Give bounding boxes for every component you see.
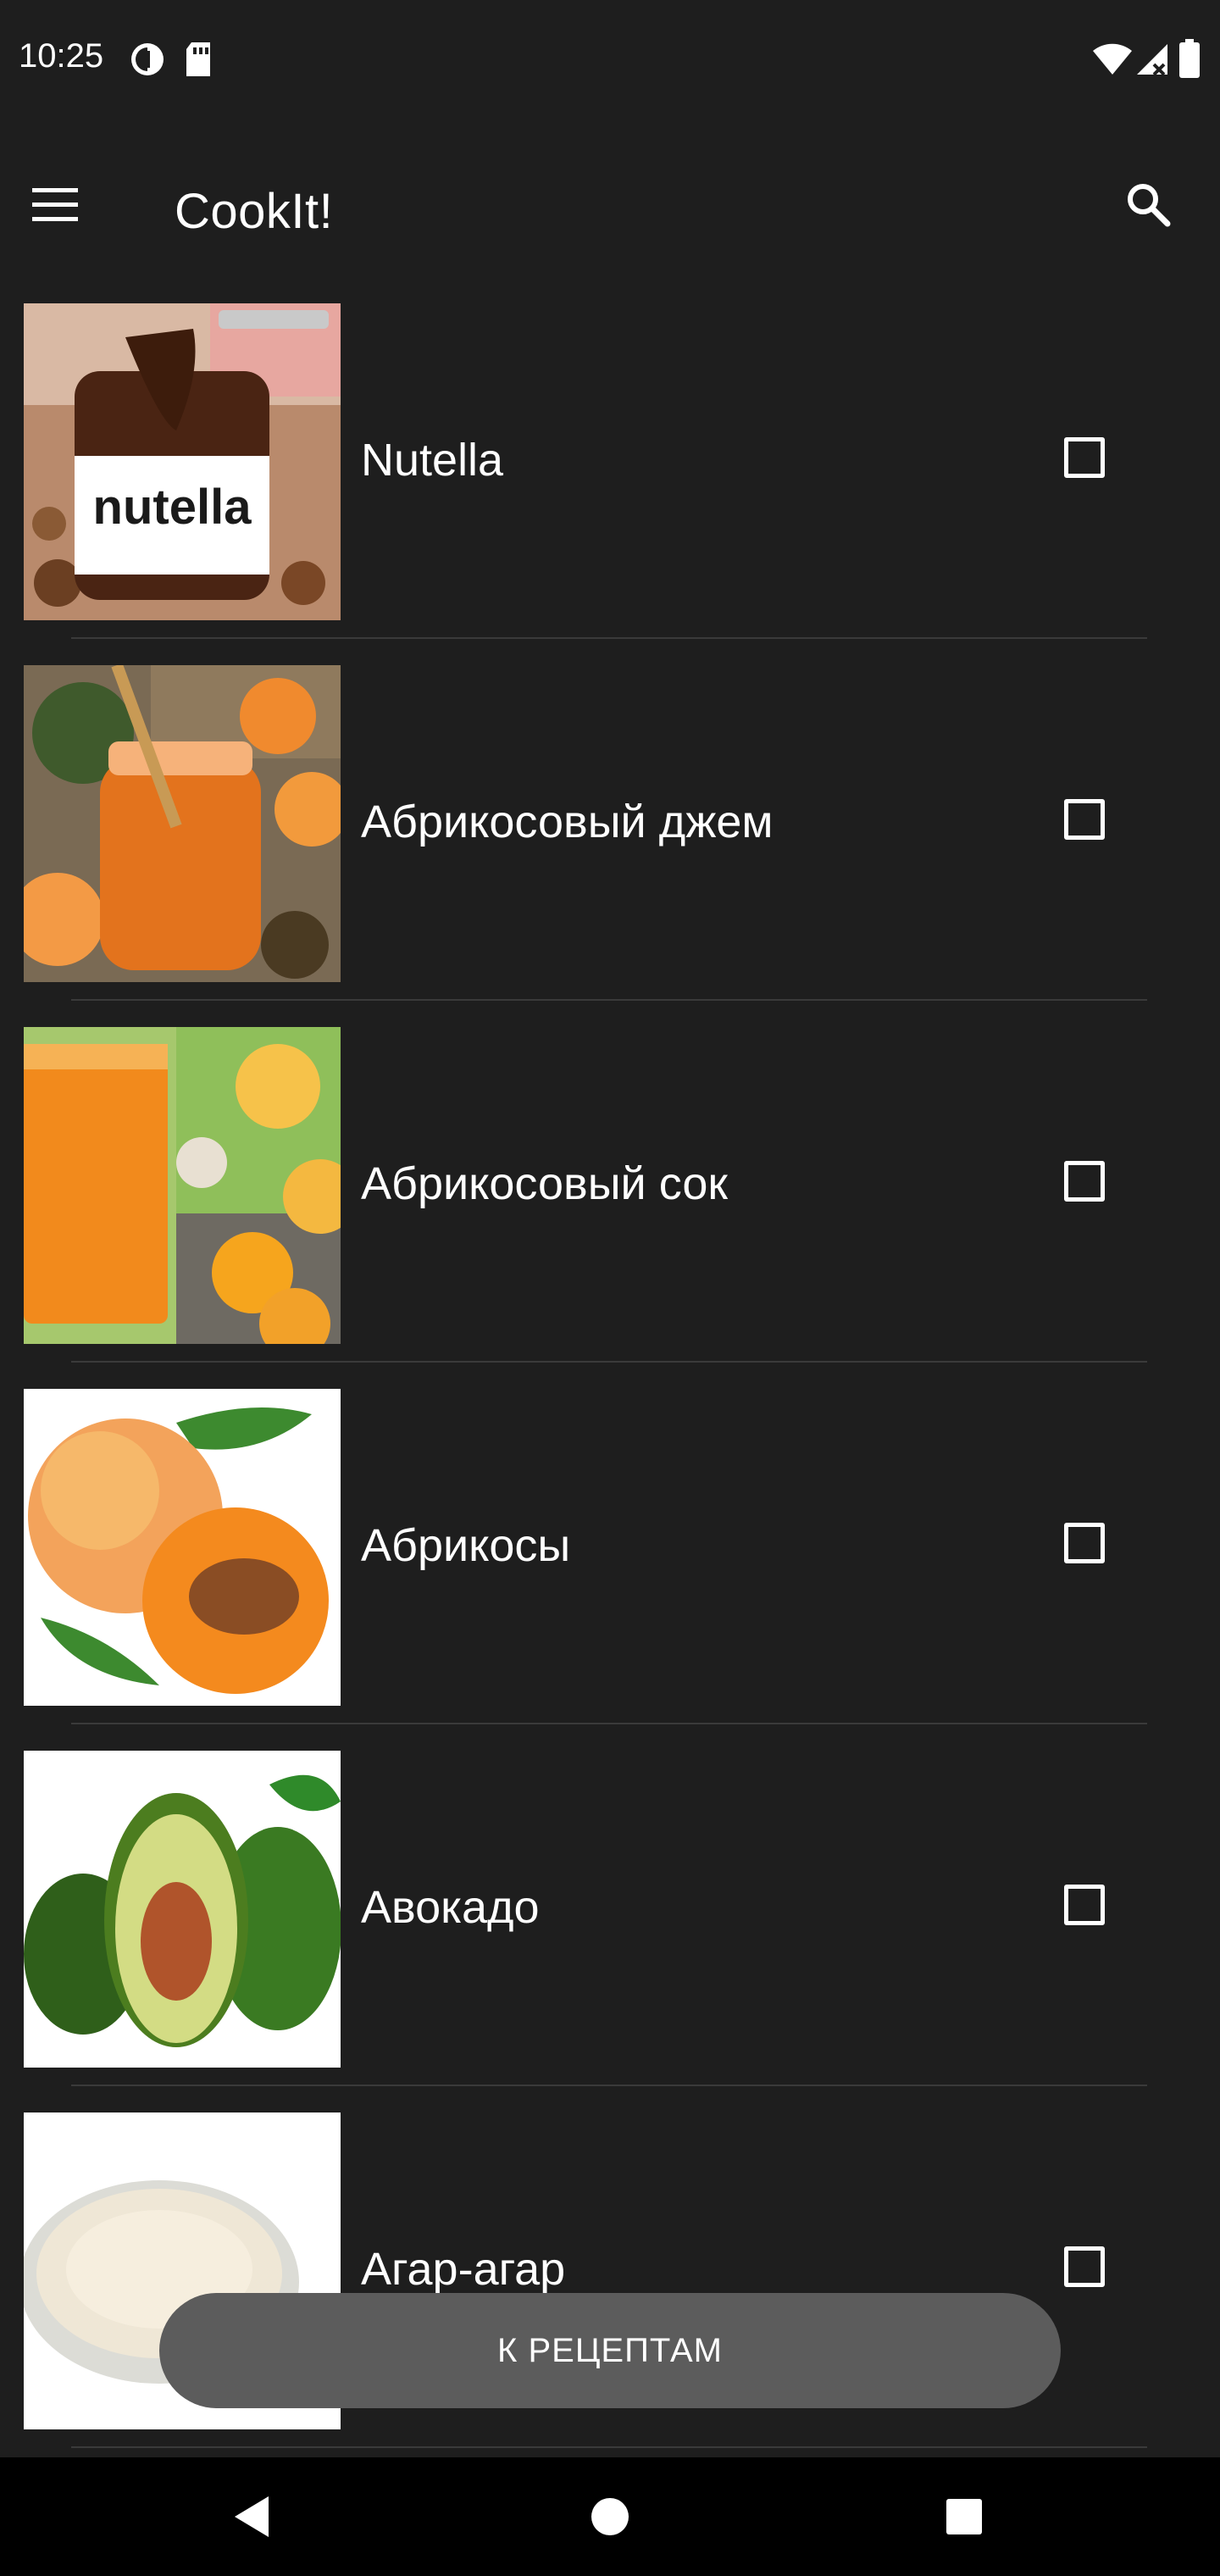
ingredient-item[interactable]: Абрикосы bbox=[0, 1384, 1220, 1746]
status-bar: 10:25 bbox=[0, 0, 1220, 119]
ingredient-checkbox[interactable] bbox=[1064, 437, 1105, 478]
data-saver-icon bbox=[129, 41, 166, 82]
search-icon bbox=[1128, 184, 1171, 227]
menu-icon bbox=[32, 188, 78, 221]
ingredient-image bbox=[24, 665, 341, 982]
ingredient-name: Абрикосовый сок bbox=[361, 1158, 728, 1209]
ingredient-checkbox[interactable] bbox=[1064, 1161, 1105, 1202]
divider bbox=[71, 999, 1147, 1001]
ingredient-list[interactable]: nutella n Nutella Аб bbox=[0, 298, 1220, 2457]
wifi-icon bbox=[1093, 42, 1132, 79]
divider bbox=[71, 2085, 1147, 2086]
app-title: CookIt! bbox=[175, 184, 334, 239]
ingredient-item[interactable]: Абрикосовый джем bbox=[0, 660, 1220, 1022]
ingredient-name: Агар-агар bbox=[361, 2244, 566, 2295]
ingredient-image bbox=[24, 1027, 341, 1344]
ingredient-name: Авокадо bbox=[361, 1882, 540, 1933]
ingredient-item[interactable]: Абрикосовый сок bbox=[0, 1022, 1220, 1384]
app-bar: CookIt! bbox=[0, 119, 1220, 308]
ingredient-checkbox[interactable] bbox=[1064, 1523, 1105, 1563]
back-button[interactable] bbox=[219, 2483, 286, 2551]
home-icon bbox=[591, 2498, 629, 2535]
divider bbox=[71, 2446, 1147, 2448]
signal-icon bbox=[1135, 42, 1169, 80]
menu-button[interactable] bbox=[30, 186, 105, 241]
navigation-bar bbox=[0, 2457, 1220, 2576]
ingredient-name: Абрикосы bbox=[361, 1520, 571, 1571]
ingredient-item[interactable]: nutella n Nutella bbox=[0, 298, 1220, 660]
ingredient-checkbox[interactable] bbox=[1064, 1885, 1105, 1925]
to-recipes-button[interactable]: К РЕЦЕПТАМ bbox=[159, 2293, 1061, 2408]
ingredient-image bbox=[24, 1751, 341, 2068]
recents-icon bbox=[946, 2499, 982, 2534]
recents-button[interactable] bbox=[930, 2483, 998, 2551]
ingredient-checkbox[interactable] bbox=[1064, 799, 1105, 840]
battery-icon bbox=[1179, 39, 1200, 82]
divider bbox=[71, 1723, 1147, 1724]
ingredient-name: Абрикосовый джем bbox=[361, 797, 774, 847]
ingredient-name: Nutella bbox=[361, 435, 504, 486]
home-button[interactable] bbox=[576, 2483, 644, 2551]
back-icon bbox=[235, 2496, 269, 2537]
ingredient-image: nutella n bbox=[24, 303, 341, 620]
ingredient-checkbox[interactable] bbox=[1064, 2246, 1105, 2287]
ingredient-image bbox=[24, 1389, 341, 1706]
status-time: 10:25 bbox=[19, 37, 104, 75]
ingredient-item[interactable]: Авокадо bbox=[0, 1746, 1220, 2107]
divider bbox=[71, 1361, 1147, 1363]
divider bbox=[71, 637, 1147, 639]
search-button[interactable] bbox=[1123, 180, 1195, 251]
sd-card-icon bbox=[183, 41, 214, 82]
